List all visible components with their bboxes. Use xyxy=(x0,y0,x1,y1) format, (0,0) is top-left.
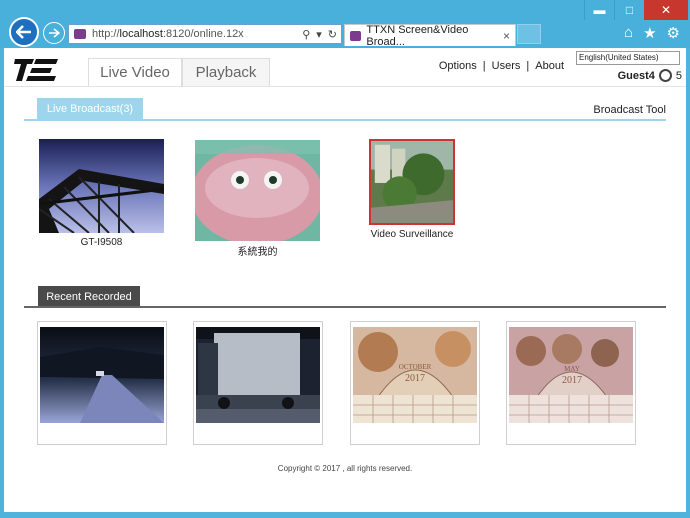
site-favicon-icon xyxy=(74,29,86,39)
calendar-year-text: 2017 xyxy=(562,375,582,386)
live-item[interactable]: 系統我的 xyxy=(195,140,320,258)
favorites-star-icon[interactable]: ★ xyxy=(643,24,656,42)
recorded-thumbnail[interactable]: MAY 2017 xyxy=(509,327,633,423)
link-separator: | xyxy=(526,60,530,72)
dropdown-arrow-icon[interactable]: ▾ xyxy=(316,28,322,41)
arrow-left-icon xyxy=(16,25,31,39)
live-caption: GT-I9508 xyxy=(80,237,123,248)
live-caption: Video Surveillance xyxy=(370,229,454,240)
window-controls: ▬ □ ✕ xyxy=(584,0,688,20)
new-tab-button[interactable] xyxy=(517,24,541,44)
settings-gear-icon[interactable]: ⚙ xyxy=(667,24,680,42)
live-thumbnail[interactable] xyxy=(369,139,455,225)
recent-recorded-tab[interactable]: Recent Recorded xyxy=(38,286,140,307)
browser-tab-active[interactable]: TTXN Screen&Video Broad... × xyxy=(344,23,516,48)
calendar-year-text: 2017 xyxy=(405,373,425,384)
tab-playback[interactable]: Playback xyxy=(182,58,270,86)
search-icon[interactable]: ⚲ xyxy=(302,28,310,41)
recorded-thumbnail[interactable]: OCTOBER 2017 xyxy=(353,327,477,423)
live-broadcast-tab[interactable]: Live Broadcast(3) xyxy=(37,98,143,119)
live-caption: 系統我的 xyxy=(237,247,278,258)
live-item[interactable]: Video Surveillance xyxy=(369,139,455,240)
language-select[interactable]: English(United States) xyxy=(576,51,680,65)
recorded-thumbnail[interactable] xyxy=(40,327,164,423)
close-window-button[interactable]: ✕ xyxy=(644,0,688,20)
users-link[interactable]: Users xyxy=(492,60,521,72)
recorded-thumbnail[interactable] xyxy=(196,327,320,423)
link-separator: | xyxy=(482,60,486,72)
ttxn-logo xyxy=(14,59,58,81)
tab-live-video[interactable]: Live Video xyxy=(88,58,182,86)
live-thumbnail[interactable] xyxy=(39,139,164,233)
user-status: Guest4 5 xyxy=(618,69,682,82)
back-button[interactable] xyxy=(9,17,39,47)
address-bar[interactable]: http://localhost:8120/online.12x ⚲ ▾ ↻ xyxy=(68,24,342,44)
page-content: Live Video Playback Options | Users | Ab… xyxy=(4,48,686,512)
live-section-divider xyxy=(24,119,666,121)
tab-favicon-icon xyxy=(350,30,362,41)
live-thumbnail[interactable] xyxy=(195,140,320,241)
online-users-icon xyxy=(658,69,672,82)
arrow-right-icon xyxy=(49,28,60,38)
minimize-button[interactable]: ▬ xyxy=(584,0,614,20)
calendar-month-text: OCTOBER xyxy=(399,363,432,371)
top-links: Options | Users | About xyxy=(439,60,564,72)
recorded-video-card[interactable]: OCTOBER 2017 xyxy=(350,321,480,445)
address-tools: ⚲ ▾ ↻ xyxy=(302,28,337,41)
home-icon[interactable]: ⌂ xyxy=(624,24,633,42)
recent-section-divider xyxy=(24,306,666,308)
online-count: 5 xyxy=(675,69,682,82)
tab-title: TTXN Screen&Video Broad... xyxy=(366,23,469,48)
address-url: http://localhost:8120/online.12x xyxy=(92,28,244,40)
browser-toolbar-icons: ⌂ ★ ⚙ xyxy=(624,24,680,42)
recorded-video-card[interactable] xyxy=(193,321,323,445)
maximize-button[interactable]: □ xyxy=(614,0,644,20)
broadcast-tool-link[interactable]: Broadcast Tool xyxy=(593,104,666,116)
about-link[interactable]: About xyxy=(535,60,564,72)
options-link[interactable]: Options xyxy=(439,60,477,72)
user-name: Guest4 xyxy=(617,69,655,82)
recorded-video-card[interactable] xyxy=(37,321,167,445)
copyright-footer: Copyright © 2017 , all rights reserved. xyxy=(277,464,413,473)
tab-close-icon[interactable]: × xyxy=(503,29,510,43)
header-divider xyxy=(4,86,686,87)
calendar-month-text: MAY xyxy=(564,365,580,373)
refresh-icon[interactable]: ↻ xyxy=(328,28,337,41)
recorded-video-card[interactable]: MAY 2017 xyxy=(506,321,636,445)
live-item[interactable]: GT-I9508 xyxy=(39,139,164,248)
forward-button[interactable] xyxy=(43,22,65,44)
